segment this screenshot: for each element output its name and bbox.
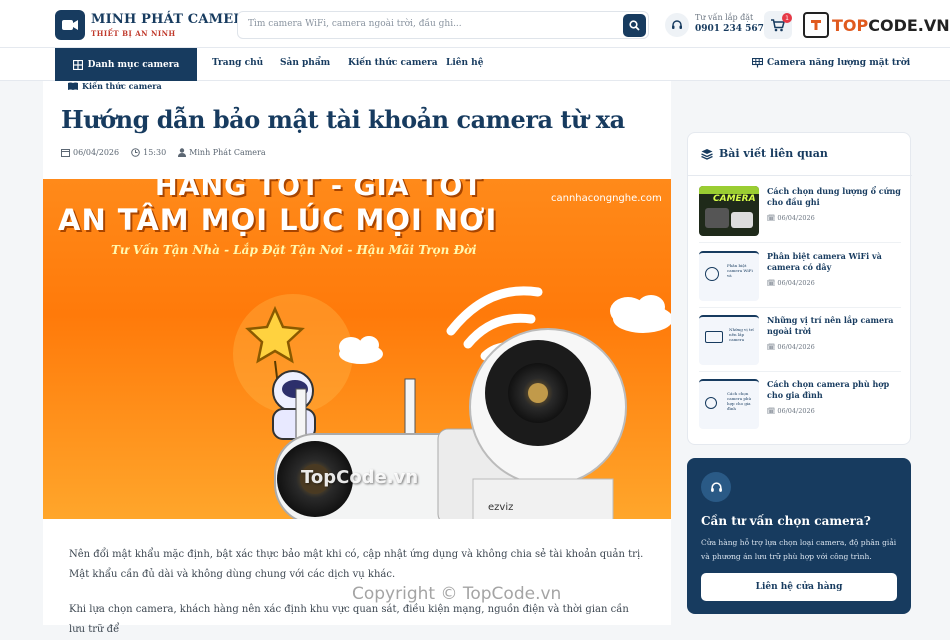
article-paragraph-1: Nên đổi mật khẩu mặc định, bật xác thực …: [69, 549, 644, 580]
user-icon: [178, 148, 187, 157]
divider: [688, 175, 912, 176]
related-post-date: 🗓 06/04/2026: [767, 407, 815, 415]
cart-count-badge: 1: [782, 13, 792, 23]
hotline-number[interactable]: 0901 234 567: [695, 24, 764, 34]
book-icon: [68, 82, 78, 90]
clock-icon: [131, 148, 140, 157]
divider: [699, 242, 901, 243]
topcode-logo-icon: [803, 12, 829, 38]
related-posts-heading: Bài viết liên quan: [701, 147, 828, 160]
hotline-label: Tư vấn lắp đặt: [695, 13, 754, 22]
article-meta: 06/04/2026 15:30 Minh Phát Camera: [61, 148, 266, 157]
related-post-date: 🗓 06/04/2026: [767, 343, 815, 351]
consult-title: Cần tư vấn chọn camera?: [701, 514, 871, 528]
hero-tagline: Tư Vấn Tận Nhà - Lắp Đặt Tận Nơi - Hậu M…: [111, 243, 477, 257]
headset-icon: [701, 472, 731, 502]
article-title: Hướng dẫn bảo mật tài khoản camera từ xa: [61, 105, 625, 134]
related-post-thumbnail[interactable]: Những vị trí nên lắp camera: [699, 315, 759, 365]
related-post-title[interactable]: Cách chọn camera phù hợp cho gia đình: [767, 379, 901, 401]
breadcrumb-label: Kiến thức camera: [82, 81, 162, 91]
nav-solar-camera[interactable]: Camera năng lượng mặt trời: [752, 58, 910, 68]
related-post-item[interactable]: CAMERA Cách chọn dung lượng ổ cứng cho đ…: [699, 186, 901, 243]
consult-panel: Cần tư vấn chọn camera? Cửa hàng hỗ trợ …: [687, 458, 911, 614]
headset-icon: [665, 13, 689, 37]
related-post-title[interactable]: Những vị trí nên lắp camera ngoài trời: [767, 315, 901, 337]
consult-description: Cửa hàng hỗ trợ lựa chọn loại camera, độ…: [701, 538, 897, 561]
related-posts-title: Bài viết liên quan: [719, 147, 828, 160]
related-post-title[interactable]: Phân biệt camera WiFi và camera có dây: [767, 251, 901, 273]
related-post-title[interactable]: Cách chọn dung lượng ổ cứng cho đầu ghi: [767, 186, 901, 208]
category-menu-label: Danh mục camera: [87, 59, 180, 70]
search-input[interactable]: Tìm camera WiFi, camera ngoài trời, đầu …: [248, 19, 462, 29]
thumbnail-caption: Phân biệt camera WiFi và: [727, 263, 753, 278]
hero-headline-1: HÀNG TỐT - GIÁ TỐT: [155, 179, 483, 202]
contact-store-button[interactable]: Liên hệ cửa hàng: [701, 573, 897, 601]
related-post-item[interactable]: Cách chọn camera phù hợp cho gia đình Cá…: [699, 379, 901, 429]
brand-slogan: THIẾT BỊ AN NINH: [91, 29, 176, 38]
hero-brand-label: ezviz: [488, 502, 514, 513]
camera-logo-icon[interactable]: [55, 10, 85, 40]
grid-icon: [72, 59, 83, 70]
hero-watermark: TopCode.vn: [301, 467, 419, 488]
related-post-thumbnail[interactable]: Phân biệt camera WiFi và: [699, 251, 759, 301]
article-date: 06/04/2026: [73, 148, 120, 157]
search-bar[interactable]: Tìm camera WiFi, camera ngoài trời, đầu …: [237, 11, 649, 39]
hero-site: cannhacongnghe.com: [551, 193, 662, 204]
article-paragraph-2: Khi lựa chọn camera, khách hàng nên xác …: [69, 604, 629, 635]
related-posts-panel: Bài viết liên quan CAMERA Cách chọn dung…: [687, 132, 912, 445]
article-time: 15:30: [143, 148, 167, 157]
thumbnail-caption: CAMERA: [713, 194, 756, 204]
nav-camera-knowledge[interactable]: Kiến thức camera: [348, 58, 438, 68]
main-nav: Danh mục camera Trang chủ Sản phẩm Kiến …: [0, 48, 950, 81]
copyright-watermark: Copyright © TopCode.vn: [352, 584, 562, 604]
thumbnail-caption: Những vị trí nên lắp camera: [729, 327, 754, 342]
related-post-thumbnail[interactable]: Cách chọn camera phù hợp cho gia đình: [699, 379, 759, 429]
related-post-item[interactable]: Những vị trí nên lắp camera Những vị trí…: [699, 315, 901, 372]
related-post-date: 🗓 06/04/2026: [767, 279, 815, 287]
category-menu-button[interactable]: Danh mục camera: [55, 48, 197, 81]
hero-headline-2: AN TÂM MỌI LÚC MỌI NƠI: [58, 203, 498, 237]
watermark-suffix: CODE.VN: [868, 15, 950, 35]
nav-contact[interactable]: Liên hệ: [446, 58, 483, 68]
divider: [699, 307, 901, 308]
related-post-date: 🗓 06/04/2026: [767, 214, 815, 222]
article-hero-image: HÀNG TỐT - GIÁ TỐT AN TÂM MỌI LÚC MỌI NƠ…: [43, 179, 671, 519]
related-post-item[interactable]: Phân biệt camera WiFi và Phân biệt camer…: [699, 251, 901, 308]
search-button[interactable]: [623, 14, 646, 37]
nav-solar-camera-label: Camera năng lượng mặt trời: [767, 58, 911, 68]
site-header: MINH PHÁT CAMERA THIẾT BỊ AN NINH Tìm ca…: [0, 0, 950, 48]
solar-panel-icon: [752, 58, 763, 68]
thumbnail-caption: Cách chọn camera phù hợp cho gia đình: [727, 391, 752, 411]
divider: [699, 371, 901, 372]
article-author: Minh Phát Camera: [189, 148, 266, 157]
article-card: Kiến thức camera Hướng dẫn bảo mật tài k…: [43, 81, 671, 635]
watermark-prefix: TOP: [832, 15, 869, 35]
calendar-icon: [61, 149, 70, 157]
layers-icon: [701, 148, 713, 160]
search-icon: [629, 20, 640, 31]
topcode-watermark-logo: TOPCODE.VN: [803, 12, 950, 38]
brand-name[interactable]: MINH PHÁT CAMERA: [91, 12, 255, 27]
breadcrumb[interactable]: Kiến thức camera: [68, 81, 162, 91]
nav-products[interactable]: Sản phẩm: [280, 58, 330, 68]
nav-home[interactable]: Trang chủ: [212, 58, 263, 68]
related-post-thumbnail[interactable]: CAMERA: [699, 186, 759, 236]
